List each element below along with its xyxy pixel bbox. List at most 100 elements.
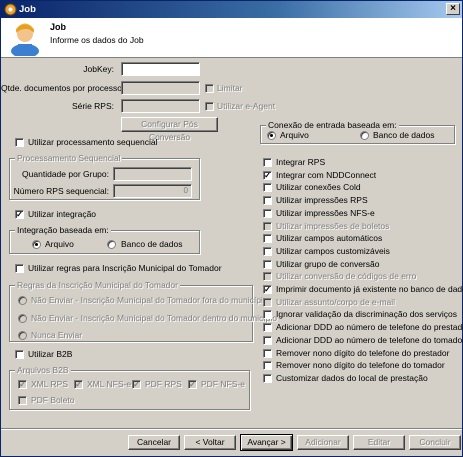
right-option-checkbox[interactable] — [263, 336, 272, 345]
voltar-button[interactable]: < Voltar — [184, 435, 236, 450]
b2b-xml-nfse-checkbox[interactable] — [74, 380, 83, 389]
processamento-label: Utilizar processamento sequencial — [28, 137, 158, 147]
right-option-checkbox[interactable] — [263, 285, 272, 294]
footer-separator — [1, 428, 462, 430]
conexao-arquivo-radio[interactable] — [267, 131, 276, 140]
b2b-group: Arquivos B2B XML RPS XML NFS-e PDF RPS P… — [9, 365, 250, 410]
conexao-banco-radio[interactable] — [360, 131, 369, 140]
inscricao-opt-3-label: Nunca Enviar — [31, 330, 83, 340]
right-option-label: Utilizar conexões Cold — [276, 182, 361, 192]
b2b-checkbox[interactable] — [15, 350, 24, 359]
conexao-banco-label: Banco de dados — [373, 130, 435, 140]
right-option-label: Ignorar validação da discriminação dos s… — [276, 309, 457, 319]
jobkey-input[interactable] — [121, 62, 200, 76]
title-bar[interactable]: Job × — [1, 1, 462, 18]
right-option-label: Integrar RPS — [276, 157, 326, 167]
right-option-checkbox[interactable] — [263, 260, 272, 269]
concluir-button[interactable]: Concluir — [409, 435, 461, 450]
cancelar-button[interactable]: Cancelar — [128, 435, 180, 450]
inscricao-group: Regras da Inscrição Municipal do Tomador… — [9, 280, 277, 342]
quantidade-input[interactable] — [113, 167, 192, 181]
eagent-label: Utilizar e-Agent — [217, 101, 276, 111]
serie-input[interactable] — [121, 99, 200, 113]
inscricao-opt-2-radio[interactable] — [18, 314, 27, 323]
integracao-banco-label: Banco de dados — [121, 239, 183, 249]
limitar-label: Limitar — [217, 83, 243, 93]
qtde-input[interactable] — [121, 81, 200, 95]
qtde-label: Qtde. documentos por processo: — [1, 83, 125, 93]
limitar-checkbox[interactable] — [205, 84, 214, 93]
b2b-xml-rps-label: XML RPS — [31, 379, 69, 389]
right-option-checkbox[interactable] — [263, 361, 272, 370]
conexao-arquivo-label: Arquivo — [280, 130, 309, 140]
conexao-group: Conexão de entrada baseada em: Arquivo B… — [260, 120, 455, 144]
inscricao-group-title: Regras da Inscrição Municipal do Tomador — [15, 280, 180, 290]
right-option-checkbox[interactable] — [263, 234, 272, 243]
right-option-checkbox[interactable] — [263, 310, 272, 319]
b2b-pdf-rps-checkbox[interactable] — [132, 380, 141, 389]
right-option-label: Adicionar DDD ao número de telefone do p… — [276, 322, 463, 332]
processamento-checkbox[interactable] — [15, 138, 24, 147]
inscricao-opt-1-label: Não Enviar - Inscrição Municipal do Toma… — [31, 295, 268, 305]
b2b-xml-rps-checkbox[interactable] — [18, 380, 27, 389]
integracao-arquivo-radio[interactable] — [32, 240, 41, 249]
job-dialog: Job × Job Informe os dados do Job JobKey… — [0, 0, 463, 457]
b2b-pdf-rps-label: PDF RPS — [145, 379, 182, 389]
right-option-label: Utilizar impressões de boletos — [276, 221, 390, 231]
b2b-xml-nfse-label: XML NFS-e — [87, 379, 132, 389]
close-button[interactable]: × — [446, 3, 460, 15]
eagent-checkbox[interactable] — [205, 102, 214, 111]
right-option-checkbox[interactable] — [263, 183, 272, 192]
integracao-group: Integração baseada em: Arquivo Banco de … — [9, 225, 200, 254]
integracao-banco-radio[interactable] — [107, 240, 116, 249]
editar-button[interactable]: Editar — [353, 435, 405, 450]
b2b-pdf-nfse-checkbox[interactable] — [188, 380, 197, 389]
right-option-checkbox[interactable] — [263, 349, 272, 358]
numero-rps-input[interactable]: 0 — [113, 184, 192, 198]
conexao-group-title: Conexão de entrada baseada em: — [266, 120, 399, 130]
integracao-checkbox[interactable] — [15, 210, 24, 219]
window-title: Job — [19, 4, 36, 15]
right-option-label: Remover nono dígito do telefone do prest… — [276, 348, 450, 358]
b2b-label: Utilizar B2B — [28, 349, 73, 359]
b2b-pdf-nfse-label: PDF NFS-e — [201, 379, 245, 389]
right-option-checkbox[interactable] — [263, 222, 272, 231]
inscricao-opt-3-radio[interactable] — [18, 331, 27, 340]
integracao-group-title: Integração baseada em: — [15, 225, 111, 235]
inscricao-opt-1-radio[interactable] — [18, 296, 27, 305]
b2b-pdf-boleto-checkbox[interactable] — [18, 396, 27, 405]
header-subtitle: Informe os dados do Job — [50, 35, 144, 45]
right-option-checkbox[interactable] — [263, 247, 272, 256]
wizard-header: Job Informe os dados do Job — [1, 18, 462, 58]
right-option-checkbox[interactable] — [263, 171, 272, 180]
right-option-checkbox[interactable] — [263, 374, 272, 383]
inscricao-checkbox[interactable] — [15, 264, 24, 273]
b2b-group-title: Arquivos B2B — [15, 365, 71, 375]
integracao-label: Utilizar integração — [28, 209, 97, 219]
processamento-group: Processamento Sequencial Quantidade por … — [9, 153, 200, 200]
right-option-checkbox[interactable] — [263, 196, 272, 205]
right-option-checkbox[interactable] — [263, 323, 272, 332]
right-option-label: Integrar com NDDConnect — [276, 170, 377, 180]
right-option-label: Adicionar DDD ao número de telefone do t… — [276, 335, 463, 345]
right-option-checkbox[interactable] — [263, 272, 272, 281]
avancar-button[interactable]: Avançar > — [240, 434, 293, 451]
inscricao-opt-2-label: Não Enviar - Inscrição Municipal do Toma… — [31, 313, 277, 323]
right-option-label: Utilizar assunto/corpo de e-mail — [276, 297, 396, 307]
right-option-label: Imprimir documento já existente no banco… — [276, 284, 463, 294]
serie-label: Série RPS: — [71, 101, 114, 111]
right-option-checkbox[interactable] — [263, 158, 272, 167]
jobkey-label: JobKey: — [83, 64, 114, 74]
right-option-label: Utilizar campos customizáveis — [276, 246, 390, 256]
right-option-label: Utilizar impressões NFS-e — [276, 208, 375, 218]
right-option-label: Utilizar impressões RPS — [276, 195, 368, 205]
adicionar-button[interactable]: Adicionar — [297, 435, 349, 450]
processamento-group-title: Processamento Sequencial — [15, 153, 123, 163]
right-option-checkbox[interactable] — [263, 298, 272, 307]
b2b-pdf-boleto-label: PDF Boleto — [31, 395, 75, 405]
right-option-label: Customizar dados do local de prestação — [276, 373, 428, 383]
numero-rps-label: Número RPS sequencial: — [13, 186, 109, 196]
right-option-label: Utilizar conversão de códigos de erro — [276, 271, 417, 281]
configurar-pos-conversao-button[interactable]: Configurar Pós Conversão — [121, 117, 218, 142]
right-option-checkbox[interactable] — [263, 209, 272, 218]
